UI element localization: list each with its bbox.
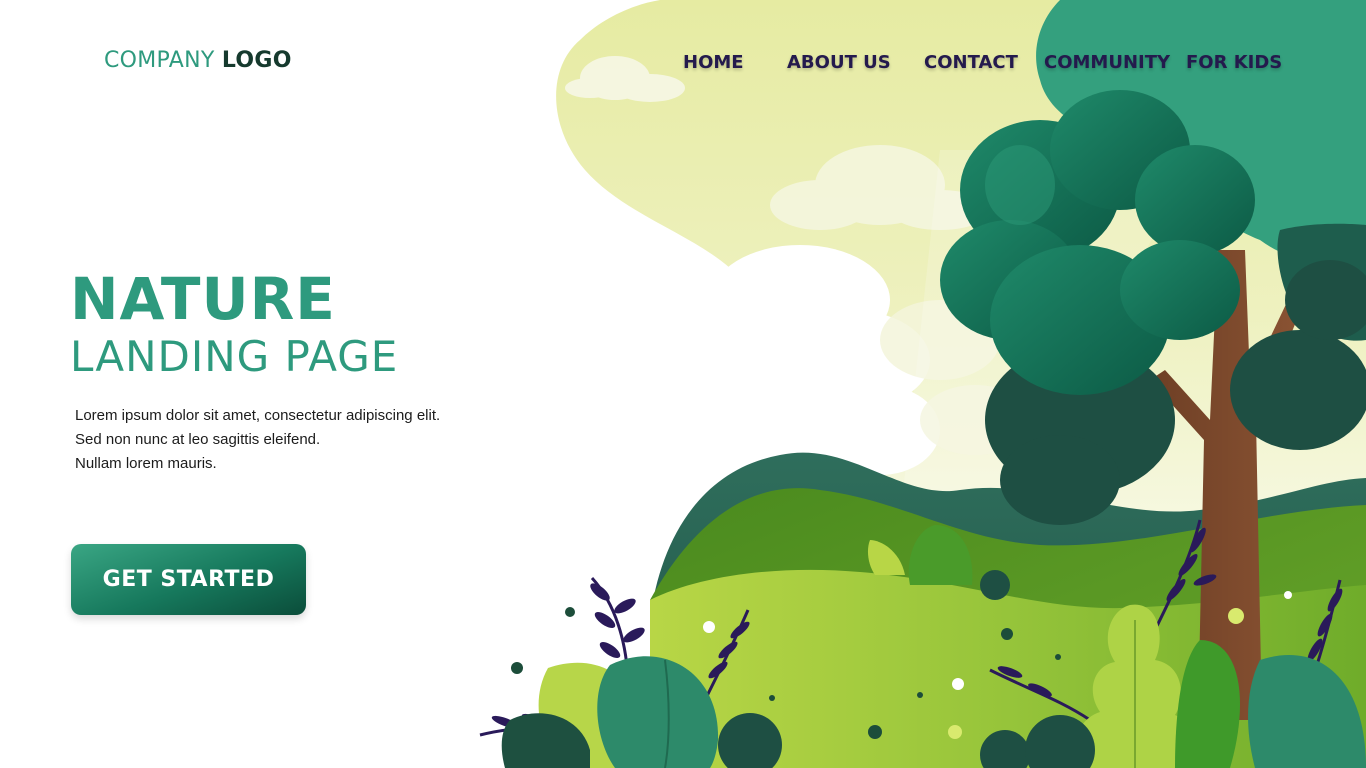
get-started-button[interactable]: GET STARTED	[71, 544, 306, 615]
nav-about-us[interactable]: ABOUT US	[787, 52, 891, 73]
hero-subtitle: LANDING PAGE	[70, 332, 399, 381]
nav-contact[interactable]: CONTACT	[924, 52, 1018, 73]
logo-text-company: COMPANY	[104, 48, 215, 73]
hero-title: NATURE	[70, 265, 336, 333]
nav-community[interactable]: COMMUNITY	[1044, 52, 1170, 73]
hero-description-line: Lorem ipsum dolor sit amet, consectetur …	[75, 407, 441, 424]
logo-text-logo: LOGO	[221, 48, 292, 73]
nav-for-kids[interactable]: FOR KIDS	[1186, 52, 1282, 73]
hero-description: Lorem ipsum dolor sit amet, consectetur …	[75, 404, 440, 476]
nav-home[interactable]: HOME	[683, 52, 744, 73]
hero-description-line: Nullam lorem mauris.	[75, 455, 217, 472]
landing-page: COMPANY LOGO HOME ABOUT US CONTACT COMMU…	[0, 0, 1366, 768]
hero-description-line: Sed non nunc at leo sagittis eleifend.	[75, 431, 321, 448]
company-logo[interactable]: COMPANY LOGO	[104, 48, 292, 73]
nature-illustration	[479, 0, 1366, 768]
